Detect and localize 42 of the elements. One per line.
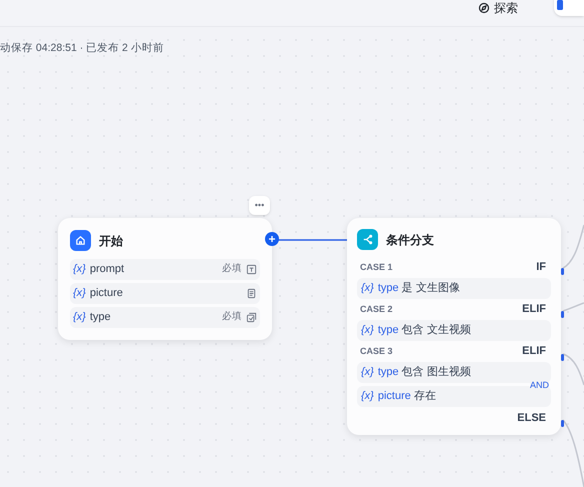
case-label: CASE 2 [359,302,393,316]
app-button[interactable] [554,0,584,16]
branch-label: IF [536,260,547,276]
variable-icon: {x} [73,261,86,278]
output-handle[interactable] [561,268,564,275]
more-button[interactable]: ••• [249,196,270,215]
add-node-button[interactable]: + [265,232,279,246]
condition-text: type 包含 文生视频 [378,322,471,338]
variable-icon: {x} [73,309,86,326]
text-field-icon [246,264,257,275]
variable-name: picture [90,286,123,302]
explore-button[interactable]: 探索 [478,0,518,16]
required-label: 必填 [222,262,242,276]
document-icon [246,288,257,299]
home-icon [70,230,91,251]
compass-icon [478,2,490,14]
branch-label: ELIF [522,302,547,318]
branch-icon [357,229,378,250]
explore-label: 探索 [494,1,518,15]
branch-label: ELSE [517,410,547,426]
output-handle[interactable] [561,420,564,427]
variable-icon: {x} [73,285,86,302]
case-label: CASE 3 [359,344,393,358]
node-title: 条件分支 [386,232,434,248]
branch-label: ELIF [522,344,547,360]
variable-icon: {x} [361,322,374,339]
variable-icon: {x} [361,280,374,297]
variable-icon: {x} [361,364,374,381]
condition-text: picture 存在 [378,389,436,404]
checkbox-copy-icon [246,312,257,323]
node-title: 开始 [99,232,123,250]
save-status: 动保存 04:28:51 · 已发布 2 小时前 [0,41,164,56]
variable-name: prompt [90,262,124,278]
variable-icon: {x} [361,388,374,405]
condition-node[interactable]: 条件分支 CASE 1 IF {x} type 是 文生图像 CASE 2 ELIF {x} type 包含 文生视频 CASE 3 ELIF {x} type 包含 图生视频 {x} picture 存在 AND ELSE [347,218,561,435]
variable-name: type [90,310,111,326]
output-handle[interactable] [561,311,564,318]
condition-text: type 是 文生图像 [378,280,460,296]
output-handle[interactable] [561,354,564,361]
case-label: CASE 1 [359,260,393,274]
condition-text: type 包含 图生视频 [378,365,471,380]
required-label: 必填 [222,310,242,324]
